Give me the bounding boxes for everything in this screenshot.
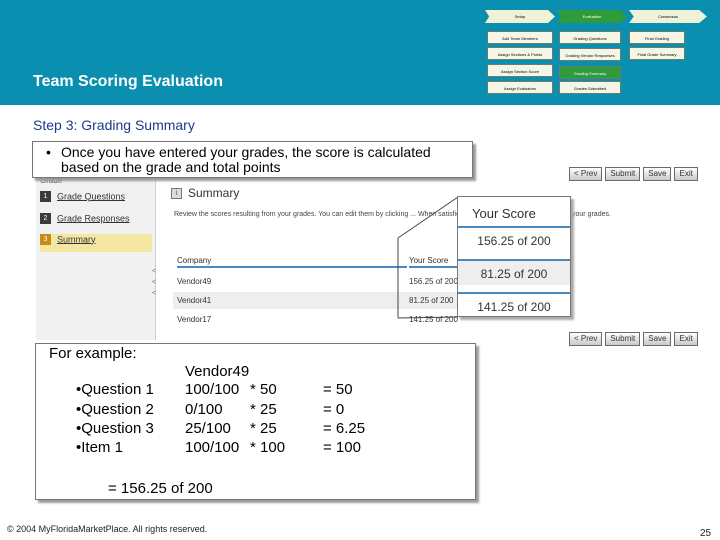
zoom-score-2: 81.25 of 200 <box>458 259 570 285</box>
top-toolbar: < Prev Submit Save Exit <box>569 167 698 181</box>
page-title: Team Scoring Evaluation <box>33 73 223 90</box>
submit-button-bottom[interactable]: Submit <box>605 332 641 346</box>
instruction-callout: • Once you have entered your grades, the… <box>32 141 473 178</box>
flow-assign-section-score: Assign Section Score <box>487 64 553 77</box>
flow-grading-responses: Grading Vendor Responses <box>559 48 621 61</box>
table-row[interactable]: Vendor41 81.25 of 200 <box>173 292 503 309</box>
save-button[interactable]: Save <box>643 167 672 181</box>
nav-grade-responses[interactable]: 2 Grade Responses <box>40 213 152 231</box>
bottom-toolbar: < Prev Submit Save Exit <box>569 332 698 346</box>
example-row: •Question 1 100/100 * 50 = 50 <box>76 381 353 398</box>
example-row: •Question 3 25/100 * 25 = 6.25 <box>76 420 366 437</box>
example-vendor: Vendor49 <box>185 363 250 380</box>
table-row[interactable]: Vendor17 141.25 of 200 <box>173 311 503 328</box>
flow-grades-submitted: Grades Submitted <box>559 81 621 94</box>
example-row: •Item 1 100/100 * 100 = 100 <box>76 439 361 456</box>
summary-description: Review the scores resulting from your gr… <box>174 211 611 218</box>
flow-evaluation: Evaluation <box>557 10 627 23</box>
flow-consensus: Consensus <box>629 10 707 23</box>
prev-button[interactable]: < Prev <box>569 167 603 181</box>
step-title: Step 3: Grading Summary <box>33 117 195 133</box>
header-band: Setup Evaluation Consensus Add Team Memb… <box>0 0 720 105</box>
example-heading: For example: <box>49 345 137 362</box>
example-box: For example: Vendor49 •Question 1 100/10… <box>35 343 476 500</box>
example-row: •Question 2 0/100 * 25 = 0 <box>76 401 345 418</box>
zoom-score-3: 141.25 of 200 <box>458 292 570 318</box>
exit-button[interactable]: Exit <box>674 167 698 181</box>
example-total: = 156.25 of 200 <box>108 480 213 497</box>
zoom-score-1: 156.25 of 200 <box>458 226 570 252</box>
column-company: Company <box>177 246 407 268</box>
copyright-footer: © 2004 MyFloridaMarketPlace. All rights … <box>7 524 208 534</box>
prev-button-bottom[interactable]: < Prev <box>569 332 603 346</box>
flow-grading-summary: Grading Summary <box>559 66 621 79</box>
score-zoom-callout: Your Score 156.25 of 200 81.25 of 200 14… <box>457 196 571 317</box>
page-number: 25 <box>700 528 712 539</box>
zoom-header: Your Score <box>472 206 536 221</box>
flow-final-grade-summary: Final Grade Summary <box>629 47 685 60</box>
summary-icon: i <box>171 188 182 199</box>
flow-assign-evaluators: Assign Evaluators <box>487 81 553 94</box>
submit-button[interactable]: Submit <box>605 167 641 181</box>
flow-final-grading: Final Grading <box>629 31 685 44</box>
summary-title: Summary <box>188 186 240 200</box>
table-row[interactable]: Vendor49 156.25 of 200 <box>173 273 503 290</box>
save-button-bottom[interactable]: Save <box>643 332 672 346</box>
nav-summary[interactable]: 3 Summary <box>40 234 152 252</box>
app-screenshot: Grade 1 Grade Questions 2 Grade Responses … <box>36 160 708 350</box>
nav-grade-questions[interactable]: 1 Grade Questions <box>40 191 152 209</box>
flow-add-team-members: Add Team Members <box>487 31 553 44</box>
flow-assign-sections: Assign Sections & Points <box>487 47 553 60</box>
left-nav: Grade 1 Grade Questions 2 Grade Responses … <box>36 160 156 340</box>
flow-setup: Setup <box>485 10 555 23</box>
flow-grading-questions: Grading Questions <box>559 31 621 44</box>
exit-button-bottom[interactable]: Exit <box>674 332 698 346</box>
scroll-gutter[interactable]: < < < <box>152 266 158 299</box>
instruction-text: Once you have entered your grades, the s… <box>61 144 431 175</box>
bullet-icon: • <box>46 144 51 160</box>
